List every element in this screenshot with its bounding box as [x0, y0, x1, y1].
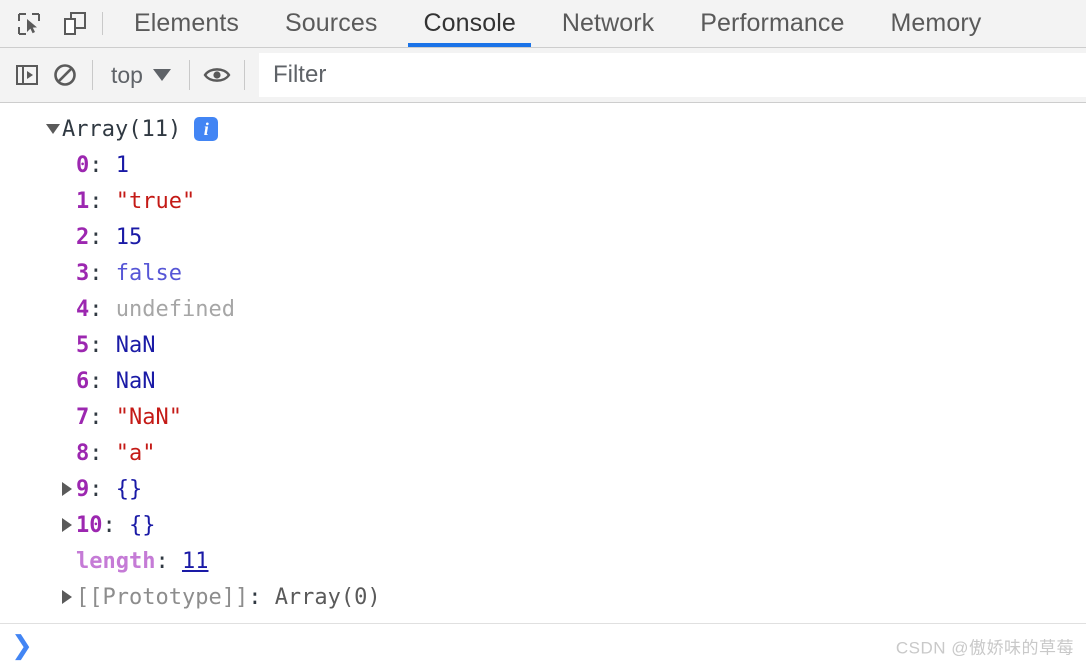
clear-console-icon[interactable] [46, 56, 84, 94]
tabbar-tool-icons [0, 0, 94, 47]
info-icon[interactable]: i [194, 117, 219, 141]
object-property-row[interactable]: 4: undefined [0, 291, 1086, 327]
object-property-row[interactable]: 9: {} [0, 471, 1086, 507]
property-value: undefined [115, 296, 235, 322]
console-toolbar-divider-3 [243, 60, 245, 90]
property-colon: : [89, 476, 116, 502]
property-value: "NaN" [115, 404, 182, 430]
tab-console[interactable]: Console [400, 0, 538, 47]
console-toolbar: top [0, 48, 1086, 103]
tab-network[interactable]: Network [539, 0, 677, 47]
tabbar-divider [102, 12, 103, 35]
console-output-area: Array(11) i 0: 1 1: "true" 2: 15 3: fals… [0, 103, 1086, 623]
prototype-row[interactable]: [[Prototype]]: Array(0) [0, 579, 1086, 615]
expand-placeholder [58, 543, 76, 579]
property-colon: : [89, 368, 116, 394]
array-preview-label: Array(11) [62, 116, 182, 142]
prototype-value: Array(0) [274, 584, 381, 610]
property-value: 1 [115, 152, 129, 178]
watermark-text: CSDN @傲娇味的草莓 [895, 638, 1074, 658]
expand-placeholder [58, 183, 76, 219]
property-colon: : [89, 296, 116, 322]
length-key: length [76, 548, 156, 574]
tab-performance[interactable]: Performance [677, 0, 867, 47]
expand-triangle-open-icon[interactable] [44, 111, 62, 147]
property-value: "a" [115, 440, 156, 466]
console-toolbar-divider-1 [92, 60, 93, 90]
property-key: 7 [76, 404, 90, 430]
property-colon: : [89, 188, 116, 214]
property-key: 1 [76, 188, 90, 214]
expand-placeholder [58, 147, 76, 183]
object-property-row[interactable]: 3: false [0, 255, 1086, 291]
property-value: 15 [115, 224, 143, 250]
property-key: 9 [76, 476, 90, 502]
array-length-row[interactable]: length: 11 [0, 543, 1086, 579]
tab-sources[interactable]: Sources [262, 0, 400, 47]
property-key: 2 [76, 224, 90, 250]
property-colon: : [248, 584, 275, 610]
expand-placeholder [58, 327, 76, 363]
device-toolbar-icon[interactable] [56, 5, 94, 43]
devtools-tabs: Elements Sources Console Network Perform… [111, 0, 1086, 47]
expand-placeholder [58, 363, 76, 399]
property-value: NaN [115, 332, 156, 358]
property-key: 8 [76, 440, 90, 466]
expand-placeholder [58, 219, 76, 255]
object-property-row[interactable]: 7: "NaN" [0, 399, 1086, 435]
inspect-element-icon[interactable] [10, 5, 48, 43]
property-key: 0 [76, 152, 90, 178]
expand-placeholder [58, 435, 76, 471]
tab-elements[interactable]: Elements [111, 0, 262, 47]
property-key: 10 [76, 512, 103, 538]
object-property-row[interactable]: 2: 15 [0, 219, 1086, 255]
property-colon: : [89, 224, 116, 250]
property-value: false [115, 260, 182, 286]
property-key: 4 [76, 296, 90, 322]
length-value: 11 [181, 548, 209, 574]
object-property-row[interactable]: 8: "a" [0, 435, 1086, 471]
object-property-row[interactable]: 10: {} [0, 507, 1086, 543]
expand-placeholder [58, 399, 76, 435]
object-property-row[interactable]: 6: NaN [0, 363, 1086, 399]
filter-field-wrapper [258, 53, 1086, 97]
devtools-tabbar: Elements Sources Console Network Perform… [0, 0, 1086, 48]
expand-triangle-closed-icon[interactable] [58, 579, 76, 615]
console-message-array-header[interactable]: Array(11) i [0, 111, 1086, 147]
prototype-key: [[Prototype]] [76, 584, 249, 610]
property-value: {} [129, 512, 156, 538]
property-key: 3 [76, 260, 90, 286]
property-key: 5 [76, 332, 90, 358]
console-sidebar-toggle-icon[interactable] [8, 56, 46, 94]
chevron-down-icon [152, 69, 171, 81]
property-value: {} [115, 476, 143, 502]
expand-triangle-closed-icon[interactable] [58, 507, 76, 543]
prompt-arrow-icon: ❯ [11, 631, 33, 661]
object-property-row[interactable]: 0: 1 [0, 147, 1086, 183]
filter-input[interactable] [258, 53, 1086, 97]
execution-context-label: top [111, 61, 143, 88]
property-colon: : [89, 260, 116, 286]
object-property-row[interactable]: 1: "true" [0, 183, 1086, 219]
property-value: "true" [115, 188, 196, 214]
console-toolbar-divider-2 [188, 60, 190, 90]
object-property-row[interactable]: 5: NaN [0, 327, 1086, 363]
property-colon: : [89, 152, 116, 178]
property-colon: : [89, 440, 116, 466]
console-prompt-bar: ❯ CSDN @傲娇味的草莓 [0, 623, 1086, 668]
property-colon: : [89, 404, 116, 430]
property-value: NaN [115, 368, 156, 394]
property-key: 6 [76, 368, 90, 394]
expand-placeholder [58, 291, 76, 327]
property-colon: : [89, 332, 116, 358]
property-colon: : [102, 512, 129, 538]
devtools-window: Elements Sources Console Network Perform… [0, 0, 1086, 668]
live-expression-eye-icon[interactable] [198, 56, 236, 94]
execution-context-selector[interactable]: top [101, 62, 181, 89]
expand-placeholder [58, 255, 76, 291]
expand-triangle-closed-icon[interactable] [58, 471, 76, 507]
property-colon: : [155, 548, 182, 574]
tab-memory[interactable]: Memory [867, 0, 1004, 47]
